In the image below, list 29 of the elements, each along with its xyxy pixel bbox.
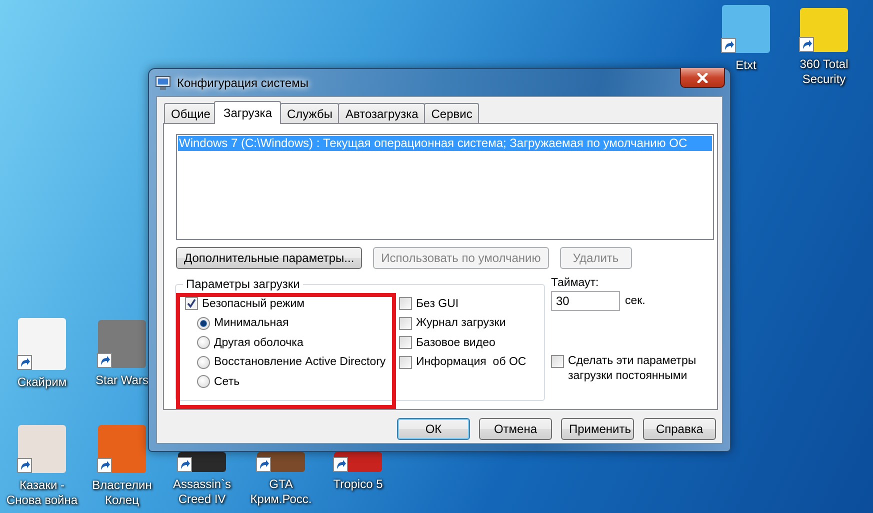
radio-label: Сеть <box>214 376 240 388</box>
push-button[interactable]: Дополнительные параметры... <box>176 247 362 269</box>
shortcut-label[interactable]: 360 Total Security <box>786 57 862 87</box>
group-title: Параметры загрузки <box>185 277 301 291</box>
window-title: Конфигурация системы <box>177 76 308 90</box>
timeout-label: Таймаут: <box>551 277 600 289</box>
shortcut-label[interactable]: Tropico 5 <box>333 477 383 492</box>
tab[interactable]: Службы <box>280 103 340 123</box>
checkbox-label: Без GUI <box>416 298 459 310</box>
checkbox-label: Информация об ОС <box>416 356 526 368</box>
shortcut-label[interactable]: Etxt <box>736 58 756 73</box>
checkbox-label: Журнал загрузки <box>416 317 506 330</box>
unit-label: сек. <box>625 295 646 307</box>
checkbox-label: Сделать эти параметры загрузки постоянными <box>568 354 698 384</box>
radio-label: Другая оболочка <box>214 336 304 349</box>
radio-label: Минимальная <box>214 317 289 330</box>
shortcut-label[interactable]: GTA Крим.Росс. <box>243 477 319 507</box>
tab[interactable]: Автозагрузка <box>338 103 426 123</box>
radio-label: Восстановление Active Directory <box>214 356 386 368</box>
dialog-button[interactable]: ОК <box>397 418 470 440</box>
checkbox-label: Базовое видео <box>416 336 496 349</box>
checkbox-label: Безопасный режим <box>202 298 305 310</box>
dialog-button[interactable]: Применить <box>561 418 634 440</box>
shortcut-label[interactable]: Assassin`s Creed IV <box>164 477 240 507</box>
tab[interactable]: Сервис <box>424 103 480 123</box>
tab[interactable]: Загрузка <box>214 101 281 124</box>
dialog-button[interactable]: Отмена <box>479 418 552 440</box>
dialog-button[interactable]: Справка <box>643 418 716 440</box>
timeout-field[interactable]: 30 <box>551 291 620 311</box>
